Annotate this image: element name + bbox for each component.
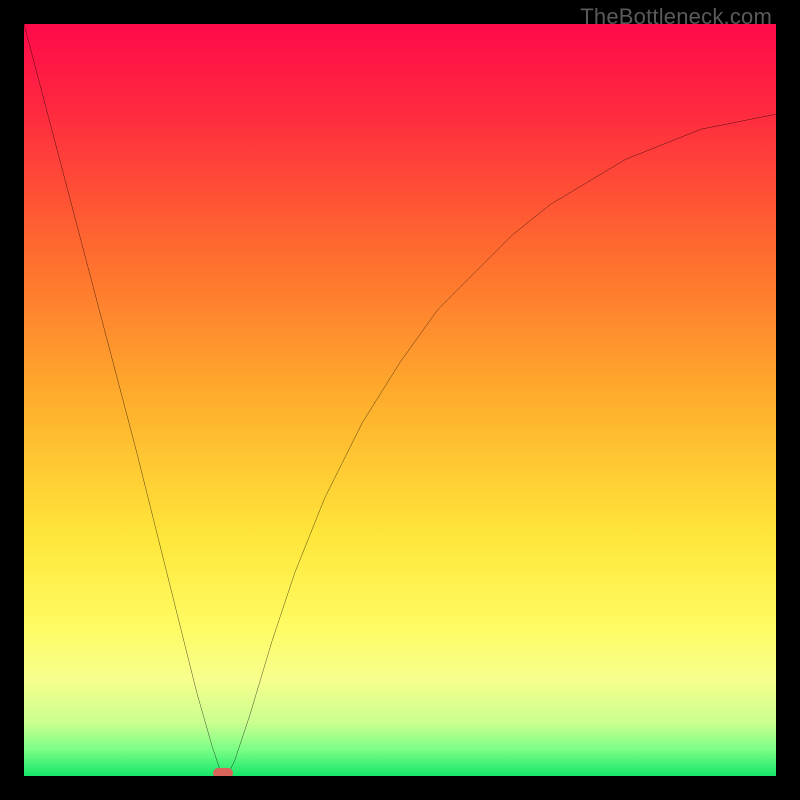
bottleneck-curve: [24, 24, 776, 776]
watermark-text: TheBottleneck.com: [580, 4, 772, 30]
plot-area: [24, 24, 776, 776]
minimum-marker: [213, 768, 233, 776]
